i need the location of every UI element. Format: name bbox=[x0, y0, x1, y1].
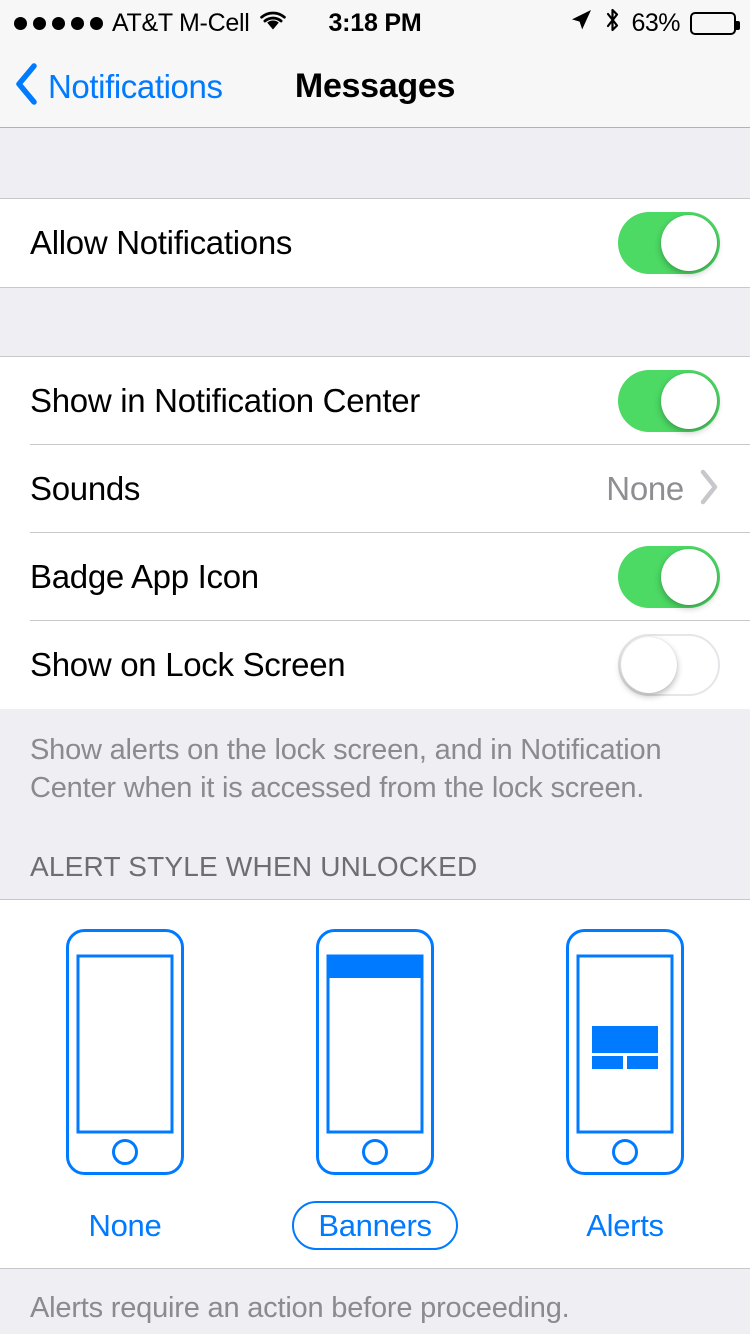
back-button[interactable]: Notifications bbox=[0, 63, 223, 110]
alert-style-option-banners[interactable]: Banners bbox=[280, 928, 470, 1250]
battery-icon bbox=[690, 11, 740, 35]
carrier-label: AT&T M-Cell bbox=[112, 8, 250, 37]
row-label: Show on Lock Screen bbox=[30, 646, 346, 683]
row-sounds[interactable]: Sounds None bbox=[0, 445, 750, 533]
section-gap-top bbox=[0, 128, 750, 199]
navigation-bar: Notifications Messages bbox=[0, 46, 750, 128]
lock-screen-footer-text: Show alerts on the lock screen, and in N… bbox=[0, 709, 750, 807]
show-on-lock-screen-switch[interactable] bbox=[618, 634, 720, 696]
alert-style-option-label: None bbox=[88, 1208, 162, 1243]
row-label: Allow Notifications bbox=[30, 224, 293, 261]
row-label: Show in Notification Center bbox=[30, 382, 420, 419]
row-show-in-notification-center[interactable]: Show in Notification Center bbox=[0, 357, 750, 445]
row-accessory bbox=[618, 212, 720, 274]
chevron-right-icon bbox=[698, 468, 720, 511]
sounds-value: None bbox=[606, 470, 684, 507]
alert-style-option-none[interactable]: None bbox=[30, 928, 220, 1250]
phone-alert-icon bbox=[565, 928, 685, 1181]
status-bar-left: AT&T M-Cell bbox=[14, 8, 288, 39]
alert-style-footer-text: Alerts require an action before proceedi… bbox=[0, 1269, 750, 1334]
row-accessory bbox=[618, 370, 720, 432]
back-button-label: Notifications bbox=[48, 67, 223, 105]
row-accessory bbox=[618, 634, 720, 696]
row-label: Sounds bbox=[30, 470, 141, 507]
show-in-notification-center-switch[interactable] bbox=[618, 370, 720, 432]
notification-options-group: Show in Notification Center Sounds None bbox=[0, 357, 750, 709]
row-show-on-lock-screen[interactable]: Show on Lock Screen bbox=[0, 621, 750, 709]
alert-style-footer-line-1: Alerts require an action before proceedi… bbox=[30, 1292, 570, 1324]
alert-style-picker: None Banners Alerts bbox=[0, 900, 750, 1269]
bluetooth-icon bbox=[604, 7, 621, 40]
section-gap-middle bbox=[0, 287, 750, 357]
alert-style-option-label: Alerts bbox=[586, 1208, 664, 1243]
row-accessory bbox=[618, 546, 720, 608]
row-label: Badge App Icon bbox=[30, 558, 259, 595]
status-bar-right: 63% bbox=[568, 7, 740, 40]
row-badge-app-icon[interactable]: Badge App Icon bbox=[0, 533, 750, 621]
switch-knob bbox=[661, 549, 717, 605]
signal-strength-dots-icon bbox=[14, 16, 103, 30]
switch-knob bbox=[661, 215, 717, 271]
phone-banner-icon bbox=[315, 928, 435, 1181]
chevron-left-icon bbox=[14, 63, 38, 110]
wifi-icon bbox=[258, 8, 288, 39]
alert-style-option-label: Banners bbox=[292, 1201, 458, 1250]
alert-style-footer-line-2: Banners appear at the top of the screen … bbox=[30, 1327, 720, 1334]
switch-knob bbox=[661, 373, 717, 429]
alert-style-section-header: ALERT STYLE WHEN UNLOCKED bbox=[0, 807, 750, 900]
alert-style-option-alerts[interactable]: Alerts bbox=[530, 928, 720, 1250]
allow-notifications-group: Allow Notifications bbox=[0, 199, 750, 287]
location-arrow-icon bbox=[568, 7, 594, 40]
status-bar: AT&T M-Cell 3:18 PM 63% bbox=[0, 0, 750, 46]
allow-notifications-switch[interactable] bbox=[618, 212, 720, 274]
row-allow-notifications[interactable]: Allow Notifications bbox=[0, 199, 750, 287]
phone-blank-icon bbox=[65, 928, 185, 1181]
battery-percent-label: 63% bbox=[631, 8, 680, 37]
settings-content: Allow Notifications Show in Notification… bbox=[0, 128, 750, 1334]
badge-app-icon-switch[interactable] bbox=[618, 546, 720, 608]
switch-knob bbox=[621, 637, 677, 693]
row-accessory: None bbox=[606, 468, 720, 511]
